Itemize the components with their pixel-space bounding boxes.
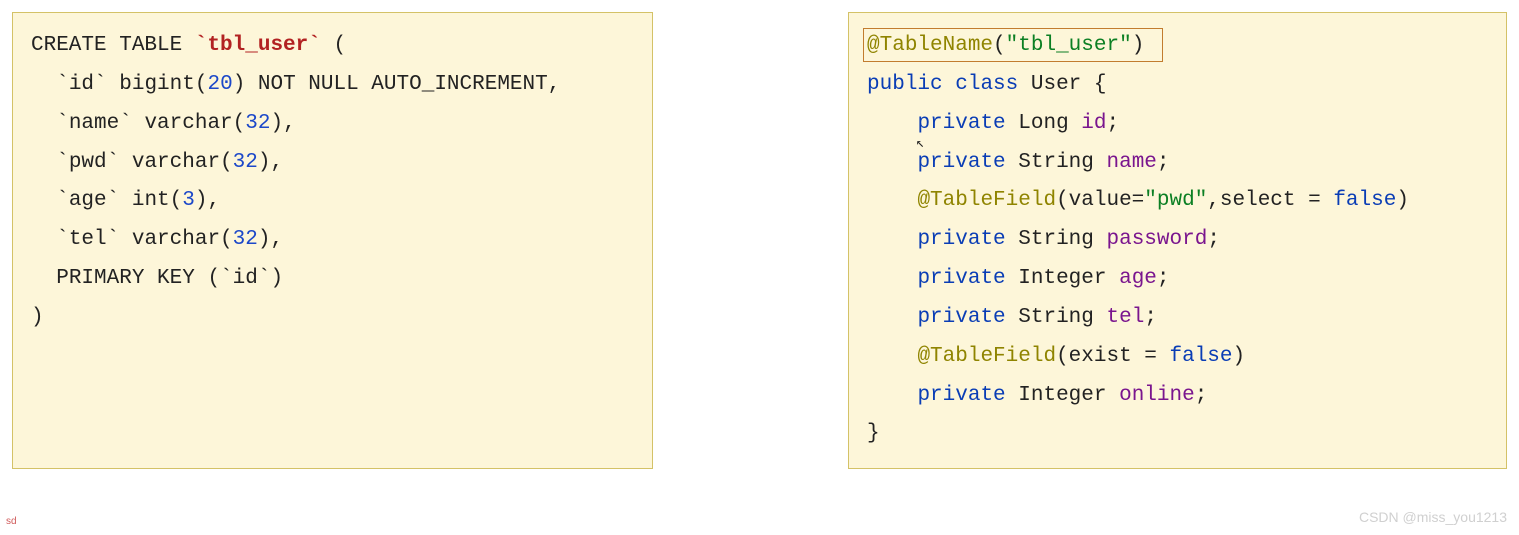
- java-private-4: private: [917, 267, 1005, 290]
- java-private-5: private: [917, 306, 1005, 329]
- sql-create-kw: CREATE TABLE: [31, 34, 182, 57]
- java-field-password: password: [1107, 228, 1208, 251]
- sql-col-tel-n: 32: [233, 228, 258, 251]
- code-comparison: CREATE TABLE `tbl_user` ( `id` bigint(20…: [12, 12, 1507, 469]
- java-field-name: name: [1107, 151, 1157, 174]
- java-code-block: @TableName("tbl_user") public class User…: [848, 12, 1507, 469]
- sql-col-name-rest: ),: [270, 112, 295, 135]
- java-type-string-2: String: [1018, 228, 1094, 251]
- java-type-string-1: String: [1018, 151, 1094, 174]
- java-type-string-3: String: [1018, 306, 1094, 329]
- java-ann2-str: "pwd": [1144, 189, 1207, 212]
- sql-col-pwd-n: 32: [233, 151, 258, 174]
- java-semi-1: ;: [1107, 112, 1120, 135]
- java-ann1-open: (: [993, 34, 1006, 57]
- java-class-kw: class: [955, 73, 1018, 96]
- sql-primary-key: PRIMARY KEY (`id`): [56, 267, 283, 290]
- sql-col-age: `age`: [56, 189, 119, 212]
- java-class-name: User: [1031, 73, 1081, 96]
- java-ann1-str: "tbl_user": [1006, 34, 1132, 57]
- java-private-3: private: [917, 228, 1005, 251]
- sql-col-name: `name`: [56, 112, 132, 135]
- java-semi-2: ;: [1157, 151, 1170, 174]
- sql-col-tel-rest: ),: [258, 228, 283, 251]
- sql-col-name-n: 32: [245, 112, 270, 135]
- sql-col-pwd-type: varchar(: [119, 151, 232, 174]
- sql-close-paren: ): [31, 306, 44, 329]
- sql-col-age-type: int(: [119, 189, 182, 212]
- sql-col-age-rest: ),: [195, 189, 220, 212]
- sd-text: sd: [6, 513, 17, 532]
- java-open-brace: {: [1081, 73, 1106, 96]
- java-ann3-open: (exist =: [1056, 345, 1169, 368]
- java-type-integer-1: Integer: [1018, 267, 1106, 290]
- java-ann2-close: ): [1396, 189, 1409, 212]
- java-field-age: age: [1119, 267, 1157, 290]
- sql-col-id-rest: ) NOT NULL AUTO_INCREMENT,: [233, 73, 561, 96]
- sql-col-name-type: varchar(: [132, 112, 245, 135]
- java-private-1: private: [917, 112, 1005, 135]
- sql-col-pwd-rest: ),: [258, 151, 283, 174]
- watermark: CSDN @miss_you1213: [1359, 505, 1507, 531]
- java-close-brace: }: [867, 422, 880, 445]
- java-ann-tablefield-2: @TableField: [917, 345, 1056, 368]
- sql-col-age-n: 3: [182, 189, 195, 212]
- java-ann2-open: (value=: [1056, 189, 1144, 212]
- java-public-kw: public: [867, 73, 943, 96]
- sql-col-tel: `tel`: [56, 228, 119, 251]
- java-type-long: Long: [1018, 112, 1068, 135]
- java-semi-6: ;: [1195, 384, 1208, 407]
- java-field-id: id: [1081, 112, 1106, 135]
- sql-col-id-n: 20: [207, 73, 232, 96]
- java-semi-4: ;: [1157, 267, 1170, 290]
- java-ann-tablefield-1: @TableField: [917, 189, 1056, 212]
- sql-open-paren: (: [321, 34, 346, 57]
- java-private-6: private: [917, 384, 1005, 407]
- sql-col-pwd: `pwd`: [56, 151, 119, 174]
- java-ann2-false: false: [1333, 189, 1396, 212]
- java-semi-3: ;: [1207, 228, 1220, 251]
- sql-col-id-type: bigint(: [107, 73, 208, 96]
- java-type-integer-2: Integer: [1018, 384, 1106, 407]
- java-semi-5: ;: [1144, 306, 1157, 329]
- sql-code-block: CREATE TABLE `tbl_user` ( `id` bigint(20…: [12, 12, 653, 469]
- java-ann3-close: ): [1233, 345, 1246, 368]
- java-ann3-false: false: [1169, 345, 1232, 368]
- sql-table-name: `tbl_user`: [195, 34, 321, 57]
- sql-col-tel-type: varchar(: [119, 228, 232, 251]
- java-ann2-mid: ,select =: [1207, 189, 1333, 212]
- java-field-online: online: [1119, 384, 1195, 407]
- java-ann-tablename: @TableName: [867, 34, 993, 57]
- java-field-tel: tel: [1107, 306, 1145, 329]
- java-private-2: private: [917, 151, 1005, 174]
- java-ann1-close: ): [1132, 34, 1145, 57]
- sql-col-id: `id`: [56, 73, 106, 96]
